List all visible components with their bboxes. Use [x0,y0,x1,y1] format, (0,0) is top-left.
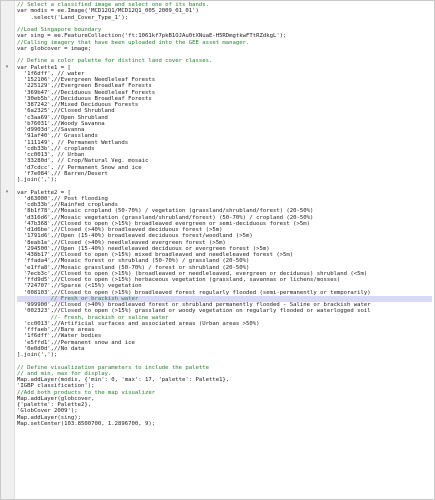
fold-arrow-icon[interactable]: ▾ [4,64,10,70]
code-editor[interactable]: ▾ ▾ // Select a classified image and sel… [0,0,435,500]
code-area[interactable]: // Select a classified image and select … [17,2,432,499]
code-line[interactable]: Map.setCenter(103.8500700, 1.2896700, 9)… [17,421,432,427]
fold-arrow-icon[interactable]: ▾ [4,189,10,195]
editor-gutter: ▾ ▾ [1,1,15,499]
code-line[interactable]: '002323',//Closed to open (>15%) grassla… [17,308,432,314]
code-line[interactable]: '008103',//Closed to open (>15%) broadle… [17,290,432,296]
